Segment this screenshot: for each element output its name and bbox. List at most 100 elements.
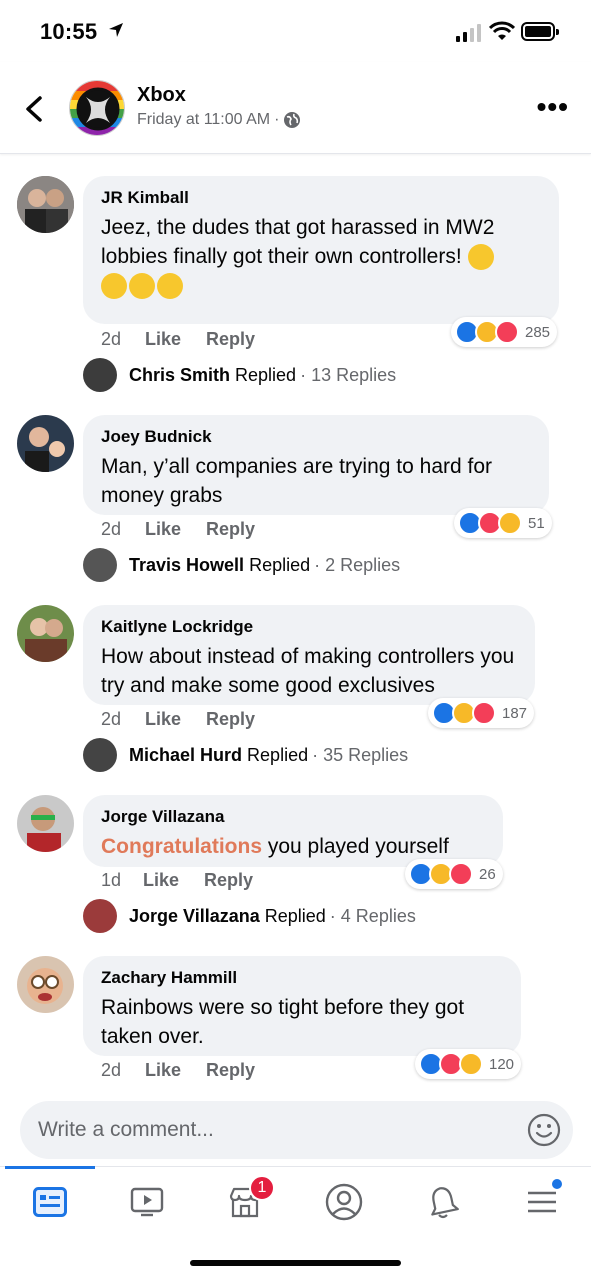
- emoji-picker-icon[interactable]: [527, 1113, 561, 1147]
- comment-author[interactable]: JR Kimball: [101, 187, 541, 209]
- replied-label: Replied: [249, 554, 311, 575]
- replied-label: Replied: [264, 905, 326, 926]
- like-button[interactable]: Like: [145, 709, 206, 730]
- replies-link[interactable]: Chris Smith Replied · 13 Replies: [83, 358, 396, 392]
- reactions-summary[interactable]: 120: [415, 1049, 522, 1079]
- reply-button[interactable]: Reply: [206, 329, 255, 350]
- tab-news-feed[interactable]: [5, 1167, 95, 1237]
- comment-author[interactable]: Kaitlyne Lockridge: [101, 616, 517, 638]
- reply-button[interactable]: Reply: [206, 519, 255, 540]
- comment-actions: 2d Like Reply: [101, 709, 255, 730]
- like-button[interactable]: Like: [145, 1060, 206, 1081]
- laughing-emoji-icon: [101, 273, 127, 300]
- reply-count: · 35 Replies: [312, 744, 409, 765]
- page-name[interactable]: Xbox: [137, 84, 186, 107]
- reaction-count: 187: [502, 704, 528, 722]
- notification-badge: 1: [249, 1175, 275, 1201]
- comment-actions: 2d Like Reply: [101, 1060, 255, 1081]
- status-time: 10:55: [40, 19, 98, 44]
- like-button[interactable]: Like: [145, 329, 206, 350]
- cellular-signal-icon: [456, 24, 481, 42]
- comment-bubble[interactable]: Zachary Hammill Rainbows were so tight b…: [83, 956, 521, 1056]
- comment-time: 1d: [101, 870, 122, 890]
- laughing-emoji-icon: [129, 273, 155, 300]
- like-button[interactable]: Like: [145, 519, 206, 540]
- comment-author[interactable]: Zachary Hammill: [101, 967, 503, 989]
- reply-button[interactable]: Reply: [206, 1060, 255, 1081]
- tab-menu[interactable]: [497, 1167, 587, 1237]
- comment-bubble[interactable]: Kaitlyne Lockridge How about instead of …: [83, 605, 535, 705]
- love-reaction-icon: [449, 862, 473, 886]
- reply-button[interactable]: Reply: [204, 870, 253, 891]
- avatar[interactable]: [17, 415, 74, 472]
- back-arrow-icon[interactable]: [22, 94, 48, 124]
- laughing-emoji-icon: [467, 244, 494, 271]
- avatar: [83, 738, 117, 772]
- comments-list: JR Kimball Jeez, the dudes that got hara…: [0, 154, 591, 1092]
- comment-body: Jeez, the dudes that got harassed in MW2…: [101, 216, 495, 268]
- reply-author: Michael Hurd: [129, 744, 243, 765]
- globe-icon: [284, 112, 301, 128]
- avatar[interactable]: [17, 176, 74, 233]
- xbox-logo-avatar[interactable]: [69, 80, 125, 136]
- avatar[interactable]: [17, 795, 74, 852]
- tab-notifications[interactable]: [398, 1167, 488, 1237]
- tab-marketplace[interactable]: 1: [200, 1167, 290, 1237]
- tab-watch[interactable]: [102, 1167, 192, 1237]
- reactions-summary[interactable]: 285: [451, 317, 558, 347]
- reactions-summary[interactable]: 51: [454, 508, 552, 538]
- comment-text: Jeez, the dudes that got harassed in MW2…: [101, 213, 541, 300]
- reply-count: · 2 Replies: [314, 554, 401, 575]
- comment-input[interactable]: [38, 1101, 518, 1159]
- reply-author: Travis Howell: [129, 554, 245, 575]
- comment-time: 2d: [101, 329, 122, 349]
- reply-count: · 13 Replies: [300, 364, 397, 385]
- reaction-count: 51: [528, 514, 545, 532]
- avatar: [83, 548, 117, 582]
- comment-actions: 2d Like Reply: [101, 329, 255, 350]
- comment-text: Congratulations you played yourself: [101, 832, 485, 861]
- avatar: [83, 358, 117, 392]
- replied-label: Replied: [247, 744, 309, 765]
- location-arrow-icon: [109, 23, 123, 37]
- comment-author[interactable]: Joey Budnick: [101, 426, 531, 448]
- status-bar: 10:55: [0, 0, 591, 62]
- post-meta: Friday at 11:00 AM ·: [137, 111, 301, 129]
- comment-time: 2d: [101, 709, 122, 729]
- home-indicator[interactable]: [190, 1260, 401, 1266]
- comment-author[interactable]: Jorge Villazana: [101, 806, 485, 828]
- highlighted-word: Congratulations: [101, 835, 262, 858]
- love-reaction-icon: [472, 701, 496, 725]
- video-play-icon: [130, 1187, 164, 1217]
- comment-composer: [20, 1101, 573, 1159]
- replies-link[interactable]: Jorge Villazana Replied · 4 Replies: [83, 899, 416, 933]
- new-item-dot: [552, 1179, 562, 1189]
- haha-reaction-icon: [459, 1052, 483, 1076]
- avatar[interactable]: [17, 956, 74, 1013]
- reactions-summary[interactable]: 26: [405, 859, 503, 889]
- comment-bubble[interactable]: JR Kimball Jeez, the dudes that got hara…: [83, 176, 559, 324]
- wifi-icon: [489, 21, 515, 40]
- comment-bubble[interactable]: Joey Budnick Man, y’all companies are tr…: [83, 415, 549, 515]
- reactions-summary[interactable]: 187: [428, 698, 535, 728]
- replies-link[interactable]: Travis Howell Replied · 2 Replies: [83, 548, 400, 582]
- more-options-icon[interactable]: •••: [537, 93, 569, 121]
- reply-author: Jorge Villazana: [129, 905, 260, 926]
- like-button[interactable]: Like: [143, 870, 204, 891]
- profile-icon: [325, 1183, 363, 1221]
- tab-profile[interactable]: [299, 1167, 389, 1237]
- love-reaction-icon: [495, 320, 519, 344]
- battery-icon: [521, 22, 559, 41]
- comment-actions: 2d Like Reply: [101, 519, 255, 540]
- comment-body: you played yourself: [262, 835, 449, 858]
- post-time[interactable]: Friday at 11:00 AM: [137, 111, 270, 129]
- meta-separator: ·: [274, 111, 280, 128]
- reply-button[interactable]: Reply: [206, 709, 255, 730]
- reply-count: · 4 Replies: [329, 905, 416, 926]
- replies-link[interactable]: Michael Hurd Replied · 35 Replies: [83, 738, 408, 772]
- avatar[interactable]: [17, 605, 74, 662]
- comment-time: 2d: [101, 1060, 122, 1080]
- news-feed-icon: [33, 1187, 67, 1217]
- haha-reaction-icon: [498, 511, 522, 535]
- comment-bubble[interactable]: Jorge Villazana Congratulations you play…: [83, 795, 503, 867]
